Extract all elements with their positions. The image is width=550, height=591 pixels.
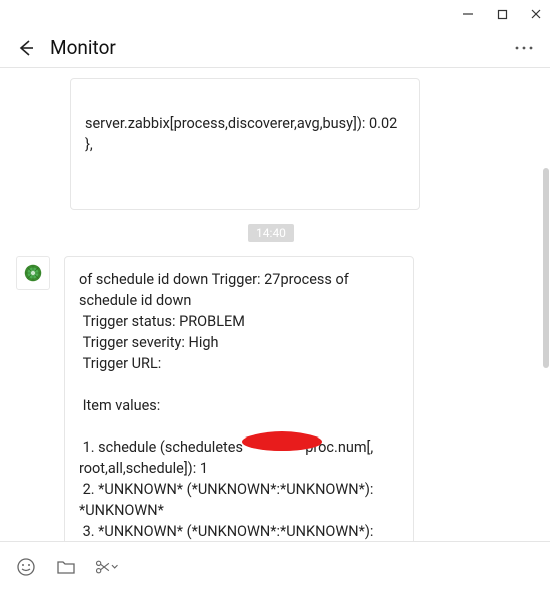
- message-bubble[interactable]: server.zabbix[process,discoverer,avg,bus…: [70, 78, 420, 210]
- scrollbar-thumb[interactable]: [543, 168, 549, 368]
- maximize-button[interactable]: [494, 6, 510, 22]
- message-row: server.zabbix[process,discoverer,avg,bus…: [10, 78, 532, 210]
- folder-button[interactable]: [54, 555, 78, 579]
- chat-scroll-area[interactable]: server.zabbix[process,discoverer,avg,bus…: [0, 68, 550, 541]
- message-row: of schedule id down Trigger: 27process o…: [10, 256, 532, 541]
- message-bubble[interactable]: of schedule id down Trigger: 27process o…: [64, 256, 414, 541]
- close-button[interactable]: [528, 6, 544, 22]
- message-text: server.zabbix[process,discoverer,avg,bus…: [85, 113, 405, 155]
- more-menu-button[interactable]: [510, 34, 538, 62]
- redacted-segment: t xxxxxxx: [243, 437, 305, 458]
- chat-title: Monitor: [50, 36, 500, 59]
- emoji-button[interactable]: [14, 555, 38, 579]
- chat-header: Monitor: [0, 28, 550, 68]
- sender-avatar[interactable]: [16, 256, 50, 290]
- minimize-button[interactable]: [460, 6, 476, 22]
- window-titlebar: [0, 0, 550, 28]
- timestamp-row: 14:40: [10, 224, 532, 242]
- input-toolbar: [0, 541, 550, 591]
- timestamp-badge: 14:40: [248, 224, 294, 242]
- scrollbar-track: [543, 68, 549, 541]
- scissors-button[interactable]: [94, 555, 118, 579]
- back-button[interactable]: [12, 34, 40, 62]
- message-text-pre: of schedule id down Trigger: 27process o…: [79, 271, 352, 456]
